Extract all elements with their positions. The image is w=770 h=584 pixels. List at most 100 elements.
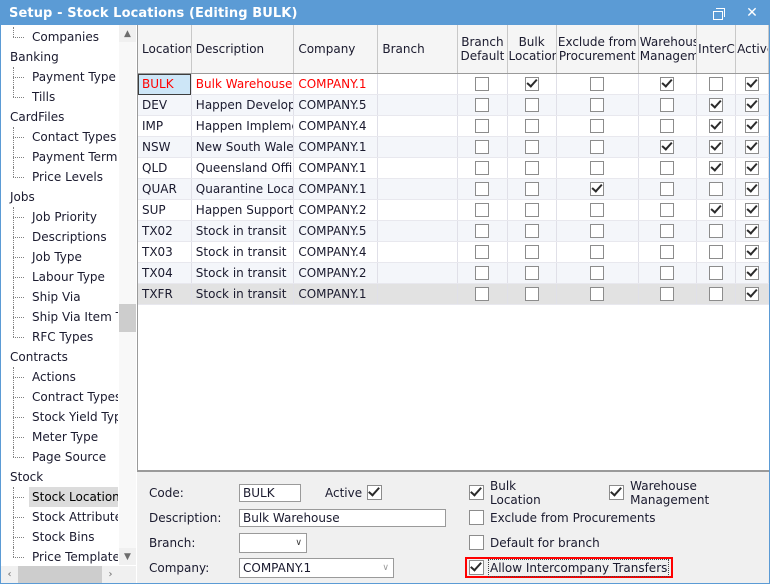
cell-checkbox-warehouse-management[interactable] xyxy=(660,287,675,302)
cell-active[interactable] xyxy=(735,199,769,221)
cell-location[interactable]: IMP xyxy=(138,115,192,137)
column-header-bulk-location[interactable]: Bulk Location xyxy=(507,25,557,74)
cell-exclude-procurement[interactable] xyxy=(556,94,639,116)
cell-checkbox-active[interactable] xyxy=(745,266,760,281)
sidebar-horizontal-scrollbar[interactable]: ‹ › xyxy=(1,565,136,583)
cell-intercompany[interactable] xyxy=(696,157,737,179)
cell-company[interactable]: COMPANY.4 xyxy=(293,115,379,137)
cell-exclude-procurement[interactable] xyxy=(556,136,639,158)
cell-checkbox-bulk-location[interactable] xyxy=(524,161,539,176)
cell-checkbox-active[interactable] xyxy=(745,203,760,218)
sidebar-item-job-priority[interactable]: Job Priority xyxy=(1,207,118,227)
restore-button[interactable] xyxy=(701,1,735,25)
scroll-left-arrow-icon[interactable]: ‹ xyxy=(1,566,18,583)
column-header-warehouse-management[interactable]: Warehouse Management xyxy=(638,25,698,74)
cell-branch-default[interactable] xyxy=(457,115,508,137)
cell-warehouse-management[interactable] xyxy=(638,157,698,179)
cell-location[interactable]: DEV xyxy=(138,94,192,116)
cell-checkbox-branch-default[interactable] xyxy=(475,287,490,302)
cell-checkbox-branch-default[interactable] xyxy=(475,140,490,155)
sidebar-item-stock[interactable]: Stock xyxy=(1,467,118,487)
cell-intercompany[interactable] xyxy=(696,73,737,95)
sidebar-item-payment-terms[interactable]: Payment Terms xyxy=(1,147,118,167)
sidebar-item-contact-types[interactable]: Contact Types xyxy=(1,127,118,147)
cell-checkbox-branch-default[interactable] xyxy=(475,77,490,92)
cell-checkbox-bulk-location[interactable] xyxy=(524,287,539,302)
sidebar-item-meter-type[interactable]: Meter Type xyxy=(1,427,118,447)
cell-checkbox-bulk-location[interactable] xyxy=(524,98,539,113)
description-input[interactable]: Bulk Warehouse xyxy=(239,508,446,527)
cell-branch-default[interactable] xyxy=(457,241,508,263)
cell-warehouse-management[interactable] xyxy=(638,136,698,158)
cell-bulk-location[interactable] xyxy=(507,157,557,179)
sidebar-item-stock-locations[interactable]: Stock Locations xyxy=(1,487,118,507)
cell-bulk-location[interactable] xyxy=(507,199,557,221)
cell-checkbox-warehouse-management[interactable] xyxy=(660,182,675,197)
cell-active[interactable] xyxy=(735,73,769,95)
table-row[interactable]: QLDQueensland OfficeCOMPANY.1 xyxy=(138,157,769,179)
bulk-location-checkbox[interactable] xyxy=(469,485,484,500)
cell-branch-default[interactable] xyxy=(457,94,508,116)
column-header-company[interactable]: Company xyxy=(293,25,379,74)
cell-checkbox-warehouse-management[interactable] xyxy=(660,77,675,92)
sidebar-item-job-type[interactable]: Job Type xyxy=(1,247,118,267)
cell-branch-default[interactable] xyxy=(457,220,508,242)
cell-checkbox-bulk-location[interactable] xyxy=(524,140,539,155)
table-row[interactable]: TX02 Stock in transit COMPANY.5 xyxy=(138,220,769,242)
cell-bulk-location[interactable] xyxy=(507,178,557,200)
cell-active[interactable] xyxy=(735,178,769,200)
cell-location[interactable]: SUP xyxy=(138,199,192,221)
cell-branch[interactable] xyxy=(377,157,459,179)
cell-warehouse-management[interactable] xyxy=(638,115,698,137)
cell-branch[interactable] xyxy=(377,283,459,305)
cell-description[interactable]: Quarantine Location xyxy=(191,178,295,200)
stock-locations-table[interactable]: Location Description Company Branch Branch D… xyxy=(138,25,769,305)
cell-bulk-location[interactable] xyxy=(507,73,557,95)
cell-description[interactable]: Bulk Warehouse xyxy=(191,73,295,95)
sidebar-item-price-templates[interactable]: Price Templates xyxy=(1,547,118,565)
cell-company[interactable]: COMPANY.1 xyxy=(293,283,379,305)
cell-checkbox-exclude-procurement[interactable] xyxy=(590,161,605,176)
cell-checkbox-intercompany[interactable] xyxy=(709,182,724,197)
cell-description[interactable]: Happen Support xyxy=(191,199,295,221)
cell-exclude-procurement[interactable] xyxy=(556,220,639,242)
cell-checkbox-warehouse-management[interactable] xyxy=(660,245,675,260)
table-row[interactable]: NSWNew South Wales OfficeCOMPANY.1 xyxy=(138,136,769,158)
default-for-branch-checkbox[interactable] xyxy=(469,535,484,550)
cell-warehouse-management[interactable] xyxy=(638,241,698,263)
cell-branch[interactable] xyxy=(377,178,459,200)
sidebar-scroll-track[interactable] xyxy=(119,42,136,548)
cell-location[interactable]: TXFR xyxy=(138,283,192,305)
cell-checkbox-branch-default[interactable] xyxy=(475,182,490,197)
cell-active[interactable] xyxy=(735,115,769,137)
cell-intercompany[interactable] xyxy=(696,94,737,116)
cell-active[interactable] xyxy=(735,94,769,116)
cell-branch[interactable] xyxy=(377,73,459,95)
cell-checkbox-intercompany[interactable] xyxy=(709,287,724,302)
cell-checkbox-exclude-procurement[interactable] xyxy=(590,266,605,281)
exclude-procurements-checkbox-group[interactable]: Exclude from Procurements xyxy=(467,509,658,526)
cell-branch[interactable] xyxy=(377,220,459,242)
sidebar-item-page-source[interactable]: Page Source xyxy=(1,447,118,467)
cell-description[interactable]: Happen Development xyxy=(191,94,295,116)
cell-checkbox-active[interactable] xyxy=(745,77,760,92)
sidebar-item-stock-attributes[interactable]: Stock Attributes xyxy=(1,507,118,527)
cell-branch-default[interactable] xyxy=(457,157,508,179)
cell-checkbox-bulk-location[interactable] xyxy=(524,203,539,218)
cell-intercompany[interactable] xyxy=(696,199,737,221)
cell-warehouse-management[interactable] xyxy=(638,262,698,284)
cell-active[interactable] xyxy=(735,157,769,179)
warehouse-management-checkbox[interactable] xyxy=(609,485,625,500)
active-checkbox-group[interactable]: Active xyxy=(325,485,383,500)
column-header-intercompany[interactable]: InterCompany xyxy=(696,25,737,74)
cell-company[interactable]: COMPANY.2 xyxy=(293,262,379,284)
cell-checkbox-exclude-procurement[interactable] xyxy=(590,98,605,113)
cell-branch[interactable] xyxy=(377,241,459,263)
cell-checkbox-intercompany[interactable] xyxy=(709,266,724,281)
cell-checkbox-warehouse-management[interactable] xyxy=(660,140,675,155)
branch-dropdown[interactable]: ∨ xyxy=(239,532,307,553)
sidebar-hscroll-thumb[interactable] xyxy=(18,566,102,583)
cell-checkbox-active[interactable] xyxy=(745,224,760,239)
bulk-location-checkbox-group[interactable]: Bulk Location xyxy=(467,478,565,508)
active-checkbox[interactable] xyxy=(367,485,383,500)
